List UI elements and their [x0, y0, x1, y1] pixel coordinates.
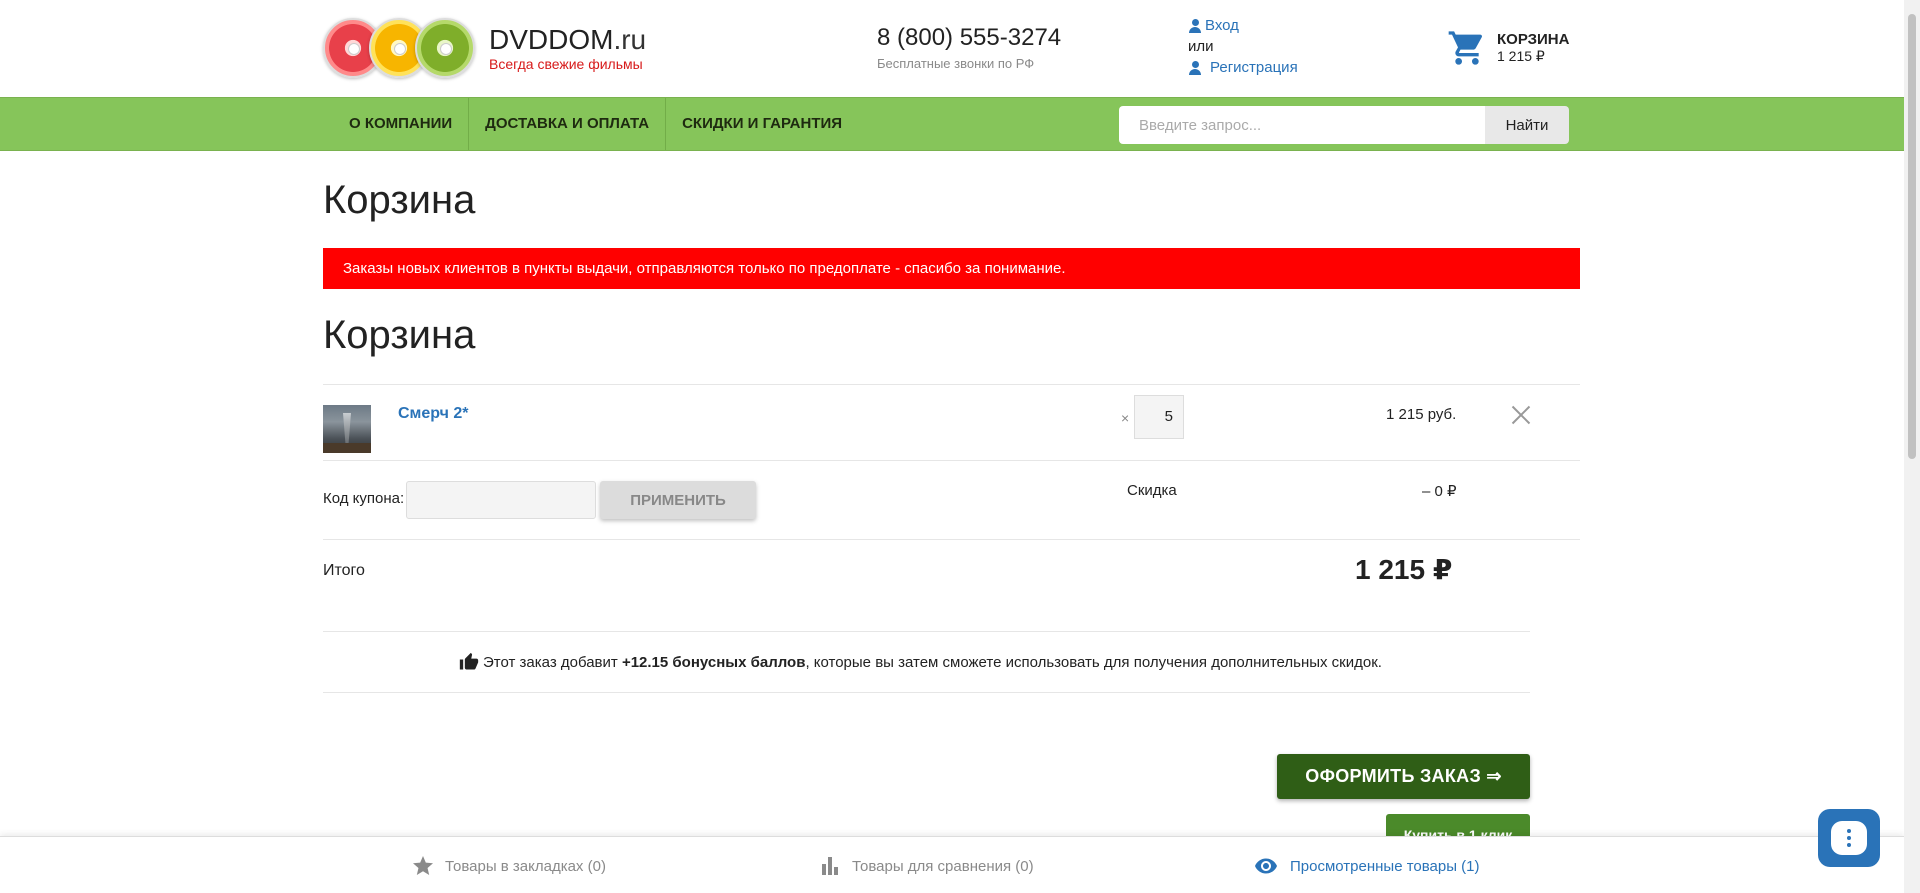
chat-dot	[1847, 836, 1851, 840]
divider	[323, 692, 1530, 693]
nav-item-discounts[interactable]: СКИДКИ И ГАРАНТИЯ	[666, 98, 858, 150]
scrollbar-thumb[interactable]	[1908, 14, 1916, 459]
phone-block: 8 (800) 555-3274 Бесплатные звонки по РФ	[877, 24, 1061, 71]
nav-item-about[interactable]: О КОМПАНИИ	[323, 98, 470, 150]
remove-item-icon[interactable]	[1510, 404, 1532, 426]
cart-sum: 1 215 ₽	[1497, 48, 1545, 64]
logo-name: DVDDOM.ru	[489, 23, 647, 55]
coupon-input[interactable]	[406, 481, 596, 519]
page-title: Корзина	[323, 178, 476, 222]
discount-label: Скидка	[1127, 482, 1177, 499]
logo-tagline: Всегда свежие фильмы	[489, 55, 643, 72]
logo-text: DVDDOM.ru Всегда свежие фильмы	[489, 23, 647, 72]
total-label: Итого	[323, 562, 365, 579]
phone-number[interactable]: 8 (800) 555-3274	[877, 24, 1061, 52]
register-row: Регистрация	[1188, 57, 1298, 78]
logo-name-suffix: .ru	[613, 23, 647, 55]
search-button[interactable]: Найти	[1485, 106, 1569, 144]
chat-widget-button[interactable]	[1818, 809, 1880, 867]
chat-dot	[1847, 843, 1851, 847]
chat-icon	[1831, 821, 1867, 855]
quantity-field[interactable]: 5	[1134, 395, 1184, 439]
site-header: DVDDOM.ru Всегда свежие фильмы 8 (800) 5…	[0, 0, 1904, 97]
discount-value: – 0 ₽	[1422, 483, 1457, 500]
star-icon	[413, 856, 433, 875]
logo-discs-icon	[323, 18, 475, 78]
cart-text: КОРЗИНА 1 215 ₽	[1497, 31, 1569, 65]
coupon-label: Код купона:	[323, 490, 405, 507]
viewed-link[interactable]: Просмотренные товары (1)	[1252, 854, 1480, 878]
bookmarks-link[interactable]: Товары в закладках (0)	[411, 854, 606, 878]
bookmarks-label: Товары в закладках (0)	[445, 857, 606, 875]
bottom-panel: Товары в закладках (0) Товары для сравне…	[0, 836, 1904, 893]
bonus-note: Этот заказ добавит +12.15 бонусных балло…	[459, 652, 1382, 672]
bar-chart-icon	[822, 857, 838, 875]
eye-icon	[1255, 858, 1277, 874]
or-text: или	[1188, 38, 1214, 55]
login-link[interactable]: Вход	[1205, 15, 1239, 36]
viewed-label: Просмотренные товары (1)	[1290, 857, 1480, 875]
nav-item-delivery[interactable]: ДОСТАВКА И ОПЛАТА	[469, 98, 667, 150]
auth-block: Вход или Регистрация	[1188, 15, 1298, 78]
logo-name-main: DVDDOM	[489, 23, 614, 55]
cart-heading: Корзина	[323, 313, 476, 357]
divider	[323, 460, 1580, 461]
product-price: 1 215 руб.	[1386, 406, 1457, 423]
search-input[interactable]	[1119, 106, 1485, 144]
login-row: Вход	[1188, 15, 1298, 36]
bonus-suffix: , которые вы затем сможете использовать …	[805, 653, 1382, 671]
user-icon	[1188, 60, 1202, 75]
total-value: 1 215 ₽	[1355, 554, 1453, 585]
prepayment-alert: Заказы новых клиентов в пункты выдачи, о…	[323, 248, 1580, 289]
bonus-prefix: Этот заказ добавит	[483, 653, 622, 671]
phone-note: Бесплатные звонки по РФ	[877, 56, 1035, 71]
thumbs-up-icon	[459, 652, 479, 670]
compare-label: Товары для сравнения (0)	[852, 857, 1034, 875]
chat-dot	[1847, 829, 1851, 833]
checkout-button[interactable]: ОФОРМИТЬ ЗАКАЗ ⇒	[1277, 754, 1530, 799]
user-icon	[1188, 18, 1202, 33]
header-cart[interactable]: КОРЗИНА 1 215 ₽	[1447, 28, 1569, 68]
compare-link[interactable]: Товары для сравнения (0)	[818, 854, 1034, 878]
divider	[323, 631, 1530, 632]
product-thumbnail[interactable]	[323, 405, 371, 453]
green-disc-icon	[415, 18, 475, 78]
cart-title: КОРЗИНА	[1497, 31, 1570, 48]
main-nav: О КОМПАНИИ ДОСТАВКА И ОПЛАТА СКИДКИ И ГА…	[0, 97, 1904, 151]
search-form: Найти	[1119, 106, 1569, 144]
page-scrollbar[interactable]	[1904, 0, 1920, 893]
nav-items: О КОМПАНИИ ДОСТАВКА И ОПЛАТА СКИДКИ И ГА…	[323, 98, 858, 150]
cart-icon	[1448, 31, 1483, 65]
apply-coupon-button[interactable]: ПРИМЕНИТЬ	[600, 481, 756, 519]
product-name-link[interactable]: Смерч 2*	[398, 405, 469, 423]
divider	[323, 384, 1580, 385]
divider	[323, 539, 1580, 540]
register-link[interactable]: Регистрация	[1210, 57, 1298, 78]
quantity-multiplier: ×	[1121, 410, 1130, 426]
site-logo[interactable]: DVDDOM.ru Всегда свежие фильмы	[323, 18, 646, 78]
bonus-points: +12.15 бонусных баллов	[621, 653, 806, 671]
